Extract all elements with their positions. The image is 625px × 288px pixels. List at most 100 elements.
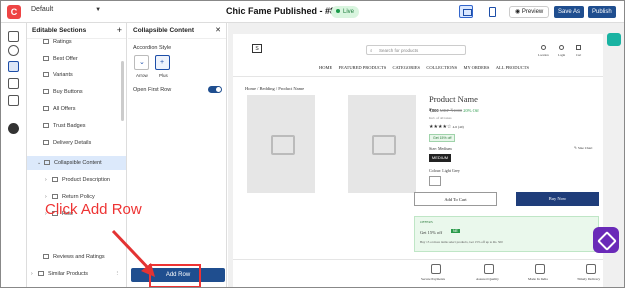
nav-item[interactable]: MY ORDERS (463, 65, 489, 73)
mobile-view-icon[interactable] (485, 5, 499, 18)
preview-label: Preview (521, 9, 544, 15)
close-icon[interactable]: ✕ (215, 26, 221, 34)
publish-button[interactable]: Publish (588, 6, 616, 18)
theme-selector[interactable]: Default ▼ (31, 6, 101, 13)
section-item-best-offer[interactable]: Best Offer (27, 52, 126, 66)
components-icon[interactable] (8, 45, 19, 56)
quality-icon (484, 264, 494, 274)
pages-icon[interactable] (8, 78, 19, 89)
nav-divider (233, 76, 603, 77)
offer-tag: Get 15% off (429, 134, 456, 142)
price-row: ₹800 MRP ₹1000 20% Off (429, 108, 479, 114)
search-placeholder: Search for products (379, 48, 419, 53)
sections-icon[interactable] (8, 61, 19, 72)
status-label: Live (343, 9, 355, 15)
chevron-down-icon: ▼ (95, 7, 102, 13)
size-label: Size: Medium (429, 146, 452, 151)
store-nav: HOME FEATURED PRODUCTS CATEGORIES COLLEC… (319, 65, 529, 73)
location-icon[interactable] (541, 45, 546, 50)
buy-now-button[interactable]: Buy Now (516, 192, 599, 206)
preview-button[interactable]: ◉ Preview (509, 6, 550, 18)
style-arrow-label: Arrow (136, 73, 148, 78)
section-label: Ratings (53, 39, 72, 45)
desktop-view-icon[interactable] (459, 5, 473, 18)
cart-label: Cart (576, 53, 582, 57)
nav-item[interactable]: COLLECTIONS (426, 65, 457, 73)
badge-label: Timely Delivery (577, 277, 601, 281)
product-image-1[interactable] (247, 95, 315, 193)
login-label: Login (558, 53, 566, 57)
sections-scrollbar[interactable] (121, 61, 124, 121)
theme-icon[interactable] (8, 31, 19, 42)
section-label: Best Offer (53, 56, 78, 62)
save-as-button[interactable]: Save As (554, 6, 585, 18)
section-icon (44, 160, 50, 166)
nav-item[interactable]: FEATURED PRODUCTS (339, 65, 387, 73)
product-image-2[interactable] (348, 95, 416, 193)
section-icon (43, 123, 49, 129)
row-icon (52, 194, 58, 200)
chat-widget-icon[interactable] (593, 227, 619, 253)
nav-item[interactable]: HOME (319, 65, 332, 73)
help-icon[interactable] (8, 123, 19, 134)
offers-title: OFFERS (420, 220, 433, 224)
chevron-right-icon[interactable]: › (31, 267, 38, 281)
store-search-input[interactable]: ⌕ Search for products (366, 45, 466, 55)
assistant-icon[interactable] (607, 33, 621, 46)
product-name: Product Name (429, 94, 478, 104)
section-label: Buy Buttons (53, 89, 83, 95)
product-price: ₹800 (429, 108, 439, 113)
sections-panel: Editable Sections + Ratings Best Offer V… (27, 23, 127, 287)
section-item-similar-products[interactable]: › Similar Products ⋮ (27, 267, 126, 281)
chevron-down-icon[interactable]: ⌄ (37, 156, 44, 170)
settings-icon[interactable] (8, 95, 19, 106)
store-logo[interactable]: S (252, 44, 262, 53)
status-badge: Live (331, 6, 360, 18)
chevron-right-icon[interactable]: › (45, 173, 52, 187)
section-item-product-description[interactable]: › Product Description (27, 173, 126, 187)
size-option-medium[interactable]: MEDIUM (429, 154, 451, 162)
location-label: Location (538, 53, 549, 57)
nav-item[interactable]: CATEGORIES (393, 65, 421, 73)
section-item-ratings[interactable]: Ratings (27, 35, 126, 49)
user-icon[interactable] (559, 45, 564, 50)
secure-payment-icon (431, 264, 441, 274)
eye-icon: ◉ (515, 9, 522, 15)
section-item-variants[interactable]: Variants (27, 68, 126, 82)
offer-code: NE (451, 229, 460, 233)
india-icon (535, 264, 545, 274)
section-item-buy-buttons[interactable]: Buy Buttons (27, 85, 126, 99)
open-first-row-toggle[interactable] (208, 86, 222, 93)
section-label: Reviews and Ratings (53, 254, 105, 260)
add-to-cart-button[interactable]: Add To Cart (414, 192, 497, 206)
style-option-arrow[interactable]: ⌄ (134, 55, 149, 70)
section-icon (43, 106, 49, 112)
section-item-reviews-and-ratings[interactable]: Reviews and Ratings (27, 250, 126, 264)
section-item-trust-badges[interactable]: Trust Badges (27, 119, 126, 133)
theme-selector-label: Default (31, 6, 54, 13)
more-options-icon[interactable]: ⋮ (115, 267, 121, 281)
cart-icon[interactable] (576, 45, 581, 50)
section-icon (43, 39, 49, 45)
badge-label: Secure Payments (421, 277, 446, 281)
store-page: S ⌕ Search for products Location Login C… (233, 34, 603, 287)
section-icon (43, 56, 49, 62)
search-icon: ⌕ (370, 48, 373, 53)
accordion-style-label: Accordion Style (133, 45, 172, 51)
nav-item[interactable]: ALL PRODUCTS (496, 65, 529, 73)
style-option-plus[interactable]: + (155, 55, 170, 70)
size-chart-label: Size Chart (577, 146, 593, 150)
star-rating-icon: ★★★★☆ (429, 125, 452, 130)
tax-note: Incl. of all taxes (429, 116, 452, 120)
colour-swatch[interactable] (429, 176, 441, 186)
section-item-all-offers[interactable]: All Offers (27, 102, 126, 116)
badges-divider (233, 259, 603, 260)
section-item-delivery-details[interactable]: Delivery Details (27, 136, 126, 150)
app-window: C Default ▼ Chic Fame Published - #89513… (0, 0, 625, 288)
rating-row: ★★★★☆ 4.6 (40) (429, 124, 464, 130)
breadcrumb: Home / Bedding / Product Name (245, 86, 305, 91)
size-chart-link[interactable]: ✎ Size Chart (574, 146, 593, 150)
add-section-icon[interactable]: + (117, 25, 122, 35)
section-item-collapsible-content[interactable]: ⌄ Collapsible Content (27, 156, 126, 170)
product-discount: 20% Off (463, 108, 479, 113)
